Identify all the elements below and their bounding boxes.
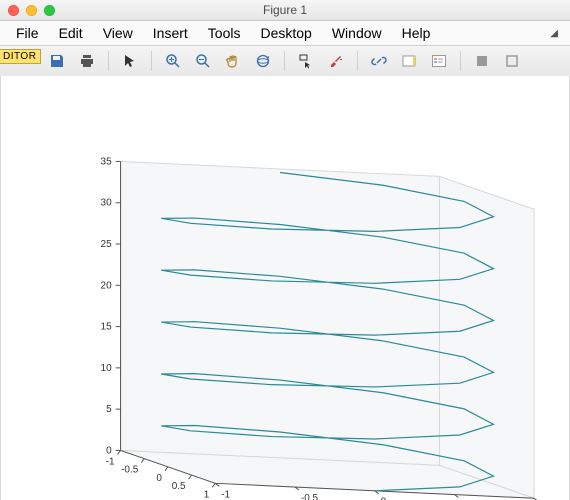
svg-text:-1: -1 <box>106 456 115 467</box>
svg-text:30: 30 <box>101 198 113 209</box>
legend-icon[interactable] <box>428 50 450 72</box>
figure-toolbar: DITOR <box>0 46 570 77</box>
show-tools-icon[interactable] <box>501 50 523 72</box>
window-title: Figure 1 <box>0 3 570 17</box>
traffic-lights <box>0 5 55 16</box>
axes-3d[interactable]: 05101520253035-1-0.500.51-1-0.500.51 <box>1 76 569 500</box>
colorbar-icon[interactable] <box>398 50 420 72</box>
print-icon[interactable] <box>76 50 98 72</box>
minimize-button[interactable] <box>26 5 37 16</box>
window-titlebar: Figure 1 <box>0 0 570 21</box>
svg-text:0: 0 <box>106 445 112 456</box>
svg-text:20: 20 <box>101 280 113 291</box>
menu-desktop[interactable]: Desktop <box>250 23 321 43</box>
svg-text:1: 1 <box>204 489 210 500</box>
svg-text:25: 25 <box>101 239 113 250</box>
menu-help[interactable]: Help <box>392 23 441 43</box>
menu-overflow-icon[interactable]: ◢ <box>550 28 564 39</box>
menubar: File Edit View Insert Tools Desktop Wind… <box>0 21 570 46</box>
editor-tag: DITOR <box>0 49 41 64</box>
svg-text:-1: -1 <box>221 489 230 500</box>
brush-icon[interactable] <box>325 50 347 72</box>
save-icon[interactable] <box>46 50 68 72</box>
rotate3d-icon[interactable] <box>252 50 274 72</box>
svg-text:10: 10 <box>101 363 113 374</box>
zoom-in-icon[interactable] <box>162 50 184 72</box>
figure-canvas[interactable]: 05101520253035-1-0.500.51-1-0.500.51 <box>0 76 570 500</box>
zoom-button[interactable] <box>44 5 55 16</box>
pointer-icon[interactable] <box>119 50 141 72</box>
svg-text:-0.5: -0.5 <box>121 465 139 476</box>
menu-window[interactable]: Window <box>322 23 392 43</box>
pan-icon[interactable] <box>222 50 244 72</box>
link-icon[interactable] <box>368 50 390 72</box>
menu-tools[interactable]: Tools <box>198 23 251 43</box>
svg-text:35: 35 <box>101 156 113 167</box>
svg-text:-0.5: -0.5 <box>301 493 319 500</box>
svg-text:5: 5 <box>106 404 112 415</box>
menu-edit[interactable]: Edit <box>49 23 93 43</box>
svg-text:15: 15 <box>101 322 113 333</box>
svg-text:0: 0 <box>156 473 162 484</box>
datacursor-icon[interactable] <box>295 50 317 72</box>
svg-text:0.5: 0.5 <box>172 481 186 492</box>
close-button[interactable] <box>8 5 19 16</box>
menu-insert[interactable]: Insert <box>143 23 198 43</box>
hide-tools-icon[interactable] <box>471 50 493 72</box>
menu-view[interactable]: View <box>93 23 143 43</box>
zoom-out-icon[interactable] <box>192 50 214 72</box>
menu-file[interactable]: File <box>6 23 49 43</box>
